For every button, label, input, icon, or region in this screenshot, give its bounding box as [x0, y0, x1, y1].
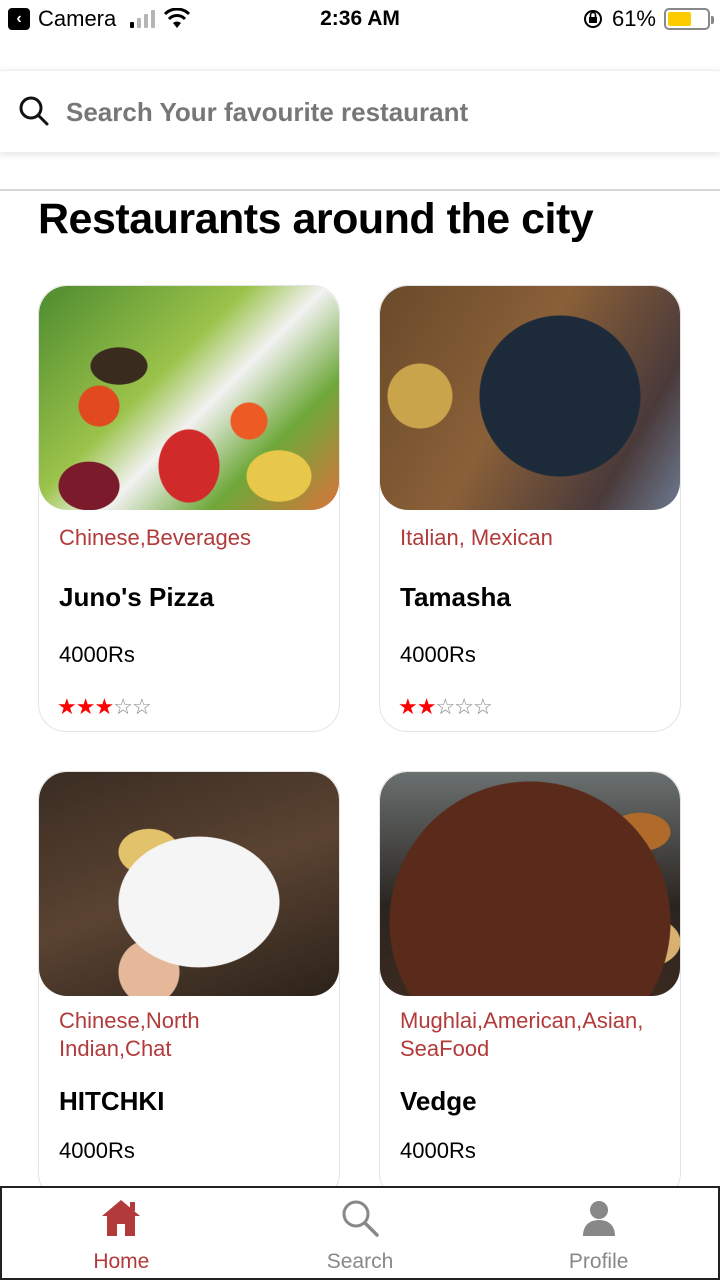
star-filled-icon: ★	[94, 694, 114, 719]
restaurant-price: 4000Rs	[59, 642, 135, 667]
nav-item-profile[interactable]: Profile	[479, 1188, 718, 1278]
search-input[interactable]	[66, 91, 686, 133]
restaurant-image	[380, 286, 680, 510]
battery-percent: 61%	[611, 6, 656, 31]
restaurant-card[interactable]: Chinese,Beverages Juno's Pizza 4000Rs ★★…	[38, 285, 340, 732]
restaurant-price: 4000Rs	[400, 642, 476, 667]
restaurant-image	[380, 772, 680, 996]
star-empty-icon: ☆	[454, 694, 474, 719]
star-empty-icon: ☆	[131, 694, 152, 719]
bottom-nav: Home Search Profile	[0, 1186, 720, 1280]
nav-item-home[interactable]: Home	[2, 1188, 241, 1278]
restaurant-price: 4000Rs	[59, 1138, 135, 1163]
divider	[0, 189, 720, 191]
restaurant-cuisine: Chinese,North Indian,Chat	[59, 1008, 200, 1061]
star-filled-icon: ★	[416, 694, 437, 719]
restaurant-card[interactable]: Mughlai,American,Asian, SeaFood Vedge 40…	[379, 771, 681, 1201]
star-filled-icon: ★	[57, 694, 77, 719]
star-filled-icon: ★	[75, 694, 96, 719]
page-title: Restaurants around the city	[38, 195, 594, 243]
star-filled-icon: ★	[398, 694, 418, 719]
restaurant-rating: ★★☆☆☆	[398, 694, 493, 720]
search-bar	[0, 70, 720, 152]
home-icon	[99, 1196, 143, 1240]
nav-label-profile: Profile	[568, 1250, 629, 1273]
restaurant-price: 4000Rs	[400, 1138, 476, 1163]
star-empty-icon: ☆	[435, 694, 455, 719]
search-icon	[338, 1196, 382, 1240]
restaurant-name: Juno's Pizza	[59, 582, 214, 612]
restaurant-cuisine: Mughlai,American,Asian, SeaFood	[400, 1008, 644, 1061]
restaurant-rating: ★★★☆☆	[57, 694, 152, 720]
restaurant-cuisine: Chinese,Beverages	[59, 525, 252, 550]
star-empty-icon: ☆	[472, 694, 493, 719]
restaurant-image	[39, 286, 339, 510]
restaurant-name: Tamasha	[400, 582, 511, 612]
restaurant-card[interactable]: Italian, Mexican Tamasha 4000Rs ★★☆☆☆	[379, 285, 681, 732]
restaurant-name: Vedge	[400, 1086, 477, 1116]
status-bar: ‹ Camera 2:36 AM 61%	[0, 0, 720, 40]
restaurant-image	[39, 772, 339, 996]
restaurant-cuisine: Italian, Mexican	[400, 525, 553, 550]
restaurant-name: HITCHKI	[59, 1086, 165, 1116]
restaurant-card[interactable]: Chinese,North Indian,Chat HITCHKI 4000Rs	[38, 771, 340, 1201]
star-empty-icon: ☆	[113, 694, 133, 719]
battery-icon	[664, 8, 714, 30]
nav-label-home: Home	[93, 1250, 150, 1273]
orientation-lock-icon	[583, 10, 602, 28]
nav-item-search[interactable]: Search	[241, 1188, 480, 1278]
profile-icon	[577, 1196, 621, 1240]
nav-label-search: Search	[326, 1250, 394, 1273]
search-icon	[19, 96, 49, 126]
